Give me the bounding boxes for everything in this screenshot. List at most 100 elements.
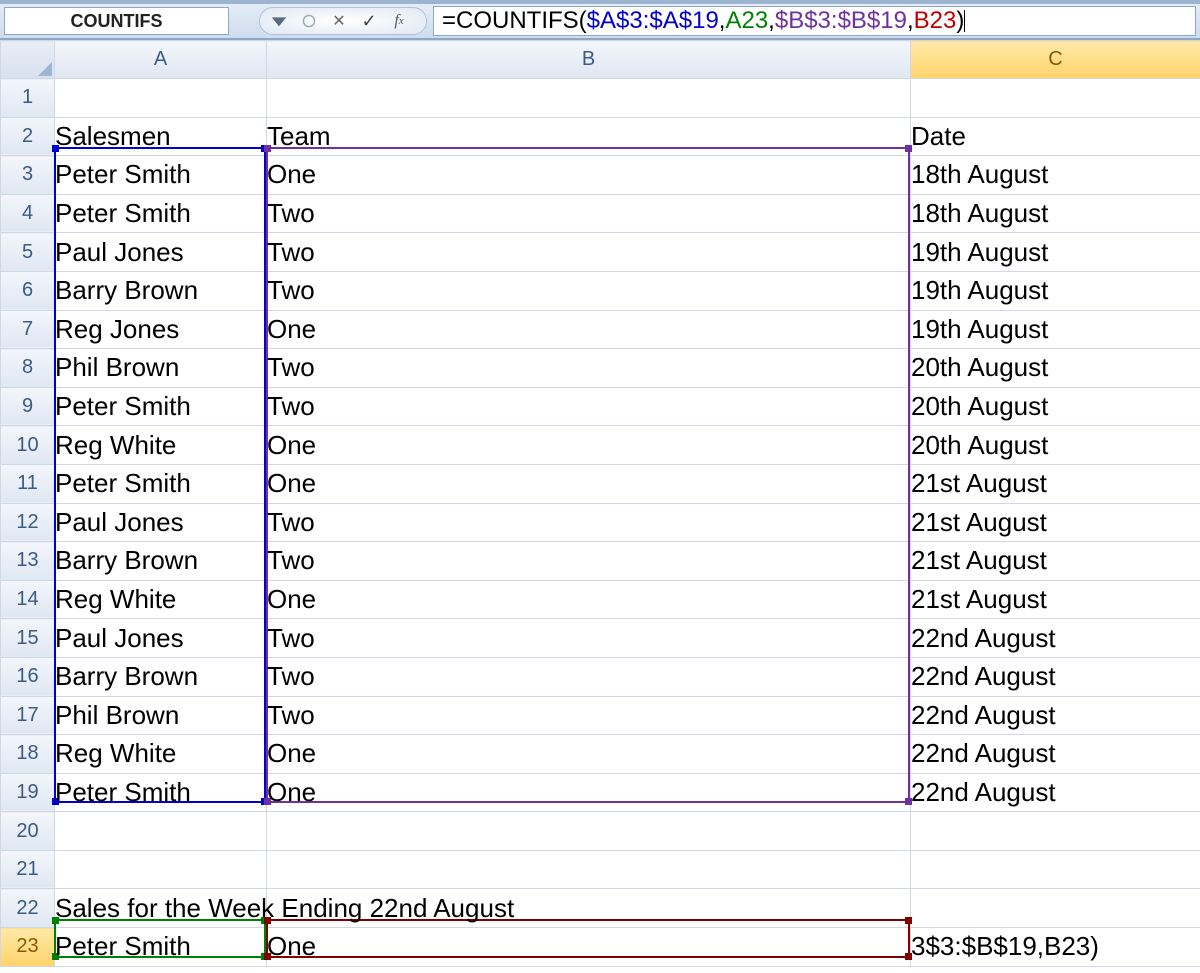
cell-C16[interactable]: 22nd August (911, 657, 1200, 696)
cell-B5[interactable]: Two (267, 233, 911, 272)
row-header-1[interactable]: 1 (1, 79, 55, 118)
cell-B4[interactable]: Two (267, 194, 911, 233)
cell-B16[interactable]: Two (267, 657, 911, 696)
cell-C18[interactable]: 22nd August (911, 735, 1200, 774)
cell-A17[interactable]: Phil Brown (55, 696, 267, 735)
name-box[interactable]: COUNTIFS (4, 7, 229, 35)
cell-C6[interactable]: 19th August (911, 271, 1200, 310)
worksheet[interactable]: A B C 12SalesmenTeamDate3Peter SmithOne1… (0, 40, 1200, 969)
cell-C8[interactable]: 20th August (911, 349, 1200, 388)
cell-A20[interactable] (55, 812, 267, 851)
row-header-20[interactable]: 20 (1, 812, 55, 851)
cell-B17[interactable]: Two (267, 696, 911, 735)
cell-C20[interactable] (911, 812, 1200, 851)
row-header-5[interactable]: 5 (1, 233, 55, 272)
cell-B23[interactable]: One (267, 928, 911, 967)
row-header-8[interactable]: 8 (1, 349, 55, 388)
cell-C14[interactable]: 21st August (911, 580, 1200, 619)
cell-C5[interactable]: 19th August (911, 233, 1200, 272)
name-box-dropdown-icon[interactable] (266, 8, 292, 34)
row-header-21[interactable]: 21 (1, 850, 55, 889)
cell-C22[interactable] (911, 889, 1200, 928)
cancel-formula-icon[interactable] (326, 8, 352, 34)
cell-A21[interactable] (55, 850, 267, 889)
col-header-B[interactable]: B (267, 41, 911, 79)
cell-B18[interactable]: One (267, 735, 911, 774)
cell-B6[interactable]: Two (267, 271, 911, 310)
row-header-4[interactable]: 4 (1, 194, 55, 233)
cell-C17[interactable]: 22nd August (911, 696, 1200, 735)
cell-A11[interactable]: Peter Smith (55, 464, 267, 503)
cell-B12[interactable]: Two (267, 503, 911, 542)
cell-A18[interactable]: Reg White (55, 735, 267, 774)
row-header-19[interactable]: 19 (1, 773, 55, 812)
cell-A23[interactable]: Peter Smith (55, 928, 267, 967)
cell-B7[interactable]: One (267, 310, 911, 349)
row-header-3[interactable]: 3 (1, 156, 55, 195)
cell-B2[interactable]: Team (267, 117, 911, 156)
cell-B21[interactable] (267, 850, 911, 889)
col-header-C[interactable]: C (911, 41, 1200, 79)
cell-B14[interactable]: One (267, 580, 911, 619)
cell-B9[interactable]: Two (267, 387, 911, 426)
row-header-14[interactable]: 14 (1, 580, 55, 619)
row-header-22[interactable]: 22 (1, 889, 55, 928)
cell-A8[interactable]: Phil Brown (55, 349, 267, 388)
cell-C10[interactable]: 20th August (911, 426, 1200, 465)
col-header-A[interactable]: A (55, 41, 267, 79)
cell-A9[interactable]: Peter Smith (55, 387, 267, 426)
cell-C23[interactable]: 3$3:$B$19,B23) (911, 928, 1200, 967)
cell-B20[interactable] (267, 812, 911, 851)
cell-C2[interactable]: Date (911, 117, 1200, 156)
row-header-7[interactable]: 7 (1, 310, 55, 349)
row-header-10[interactable]: 10 (1, 426, 55, 465)
cell-C19[interactable]: 22nd August (911, 773, 1200, 812)
row-header-18[interactable]: 18 (1, 735, 55, 774)
cell-B10[interactable]: One (267, 426, 911, 465)
cell-A16[interactable]: Barry Brown (55, 657, 267, 696)
row-header-12[interactable]: 12 (1, 503, 55, 542)
row-header-2[interactable]: 2 (1, 117, 55, 156)
cell-A10[interactable]: Reg White (55, 426, 267, 465)
cell-A2[interactable]: Salesmen (55, 117, 267, 156)
cell-B15[interactable]: Two (267, 619, 911, 658)
select-all-corner[interactable] (1, 41, 55, 79)
cell-B1[interactable] (267, 79, 911, 118)
cell-C21[interactable] (911, 850, 1200, 889)
cell-B3[interactable]: One (267, 156, 911, 195)
cell-A1[interactable] (55, 79, 267, 118)
fx-icon[interactable]: fx (386, 8, 412, 34)
enter-formula-icon[interactable] (356, 8, 382, 34)
row-header-16[interactable]: 16 (1, 657, 55, 696)
row-header-23[interactable]: 23 (1, 928, 55, 967)
cell-C3[interactable]: 18th August (911, 156, 1200, 195)
cell-B11[interactable]: One (267, 464, 911, 503)
cell-C15[interactable]: 22nd August (911, 619, 1200, 658)
cell-A12[interactable]: Paul Jones (55, 503, 267, 542)
cell-C9[interactable]: 20th August (911, 387, 1200, 426)
row-header-13[interactable]: 13 (1, 542, 55, 581)
cell-A22[interactable]: Sales for the Week Ending 22nd August (55, 889, 267, 928)
cell-B19[interactable]: One (267, 773, 911, 812)
cell-C13[interactable]: 21st August (911, 542, 1200, 581)
cell-A15[interactable]: Paul Jones (55, 619, 267, 658)
row-header-17[interactable]: 17 (1, 696, 55, 735)
cell-A13[interactable]: Barry Brown (55, 542, 267, 581)
cell-A7[interactable]: Reg Jones (55, 310, 267, 349)
cell-C1[interactable] (911, 79, 1200, 118)
cell-A19[interactable]: Peter Smith (55, 773, 267, 812)
cell-C12[interactable]: 21st August (911, 503, 1200, 542)
row-header-15[interactable]: 15 (1, 619, 55, 658)
cell-A6[interactable]: Barry Brown (55, 271, 267, 310)
cell-B8[interactable]: Two (267, 349, 911, 388)
cell-C11[interactable]: 21st August (911, 464, 1200, 503)
cell-A4[interactable]: Peter Smith (55, 194, 267, 233)
cell-C4[interactable]: 18th August (911, 194, 1200, 233)
formula-expand-icon[interactable] (296, 8, 322, 34)
row-header-9[interactable]: 9 (1, 387, 55, 426)
cell-C7[interactable]: 19th August (911, 310, 1200, 349)
formula-input[interactable]: =COUNTIFS($A$3:$A$19,A23,$B$3:$B$19,B23) (433, 6, 1196, 36)
cell-B13[interactable]: Two (267, 542, 911, 581)
row-header-6[interactable]: 6 (1, 271, 55, 310)
cell-A3[interactable]: Peter Smith (55, 156, 267, 195)
